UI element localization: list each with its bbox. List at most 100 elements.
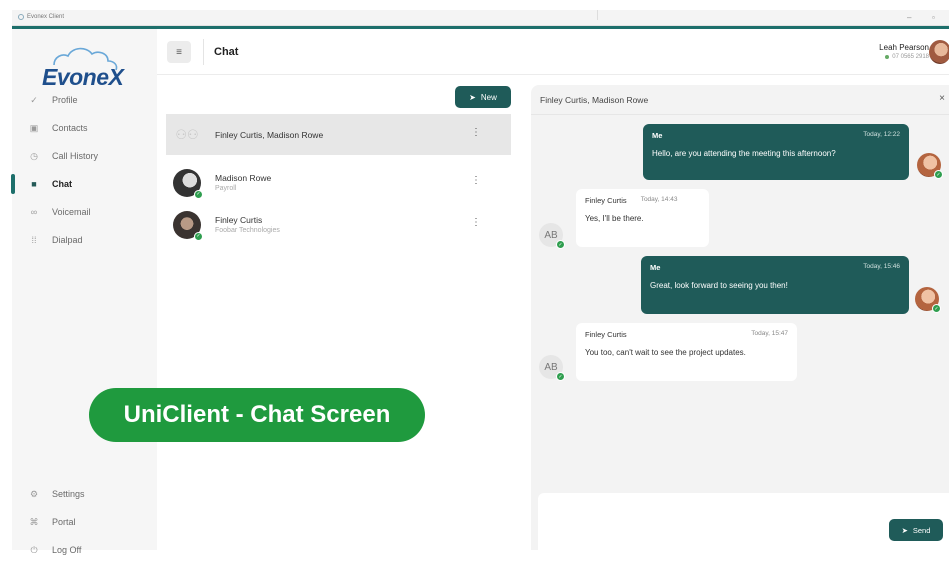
history-icon: ◷ [30,150,38,161]
conversation-name: Finley Curtis [215,215,263,225]
window-title-text: Evonex Client [27,14,65,20]
sidebar-bottom-nav: ⚙ Settings ⌘ Portal ⏻ Log Off [12,480,157,564]
window-titlebar: Evonex Client – ▫ [12,10,949,26]
online-status-icon: ✓ [934,170,943,179]
close-icon[interactable]: × [939,93,945,104]
user-avatar[interactable] [929,40,949,64]
sidebar-item-chat[interactable]: ■ Chat [11,170,157,198]
sidebar-item-label: Settings [52,489,85,499]
portal-icon: ⌘ [29,516,39,527]
window-title: Evonex Client [18,14,64,20]
dialpad-icon: ⁞⁞ [31,235,37,245]
message-text: Great, look forward to seeing you then! [650,281,788,290]
sidebar-item-voicemail[interactable]: ∞ Voicemail [12,198,157,226]
sidebar-item-label: Call History [52,151,99,161]
status-dot-icon [885,55,890,59]
conversation-list: ➤ New ⚇⚇ Finley Curtis, Madison Rowe ⋮ ✓… [157,76,525,550]
user-name[interactable]: Leah Pearson [879,43,929,52]
titlebar-divider [597,10,598,20]
avatar: ✓ [915,287,941,313]
message-time: Today, 15:46 [863,263,900,270]
new-chat-label: New [480,92,497,102]
sidebar-item-label: Portal [52,517,76,527]
message-sender: Me [652,131,663,140]
user-status: 07 0565 2918 [885,54,929,60]
minimize-button[interactable]: – [907,13,911,22]
sidebar-item-call-history[interactable]: ◷ Call History [12,142,157,170]
sidebar-item-label: Dialpad [52,235,83,245]
message-text: Yes, I'll be there. [585,214,644,223]
sidebar-item-log-off[interactable]: ⏻ Log Off [12,536,157,564]
more-options-icon[interactable]: ⋮ [471,218,481,228]
avatar-initials: AB [544,229,558,241]
contacts-icon: ▣ [29,122,39,133]
send-arrow-icon: ➤ [469,92,476,102]
sidebar-nav: ✓ Profile ▣ Contacts ◷ Call History ■ Ch… [11,86,157,254]
avatar-initials: AB [544,361,558,373]
sidebar-item-label: Voicemail [52,207,91,217]
caption-banner: UniClient - Chat Screen [89,388,425,442]
message-time: Today, 14:43 [640,196,678,203]
chat-header: Finley Curtis, Madison Rowe × [531,85,949,115]
conversation-item[interactable]: ⚇⚇ Finley Curtis, Madison Rowe ⋮ [166,114,511,155]
chat-title: Finley Curtis, Madison Rowe [540,95,649,105]
avatar: ✓ [173,210,203,241]
voicemail-icon: ∞ [30,207,38,217]
online-status-icon: ✓ [194,231,203,241]
online-status-icon: ✓ [556,372,565,381]
more-options-icon[interactable]: ⋮ [471,128,481,138]
conversation-subtitle: Payroll [215,185,237,192]
chat-icon: ■ [31,179,37,189]
online-status-icon: ✓ [556,240,565,249]
conversation-item[interactable]: ✓ Finley Curtis Foobar Technologies ⋮ [166,204,511,245]
hamburger-icon: ≡ [176,46,182,58]
send-button[interactable]: ➤ Send [889,519,943,541]
app-icon [18,14,24,20]
online-status-icon: ✓ [932,304,941,313]
sidebar-item-dialpad[interactable]: ⁞⁞ Dialpad [12,226,157,254]
app-header: ≡ Chat Leah Pearson 07 0565 2918 [157,29,949,75]
message-time: Today, 12:22 [863,131,900,138]
message-bubble: Finley Curtis Today, 14:43 Yes, I'll be … [576,189,709,247]
new-chat-button[interactable]: ➤ New [455,86,511,108]
sidebar-item-label: Contacts [52,123,88,133]
avatar: ✓ [173,168,203,199]
menu-button[interactable]: ≡ [167,41,191,63]
send-label: Send [912,525,931,535]
message-text: You too, can't wait to see the project u… [585,348,746,357]
sidebar: EvoneX ✓ Profile ▣ Contacts ◷ Call Histo… [11,29,157,555]
conversation-name: Madison Rowe [215,173,272,183]
sidebar-item-label: Log Off [52,545,82,555]
check-icon: ✓ [30,94,38,105]
gear-icon: ⚙ [29,488,39,499]
sidebar-item-settings[interactable]: ⚙ Settings [12,480,157,508]
online-status-icon: ✓ [194,189,203,199]
message-bubble: Finley Curtis Today, 15:47 You too, can'… [576,323,797,381]
message-bubble: Me Today, 12:22 Hello, are you attending… [643,124,909,180]
user-status-text: 07 0565 2918 [892,54,929,60]
sidebar-item-label: Chat [52,179,72,189]
sidebar-item-contacts[interactable]: ▣ Contacts [12,114,157,142]
message-text: Hello, are you attending the meeting thi… [652,149,836,158]
message-sender: Me [650,263,661,272]
page-title: Chat [214,46,239,58]
sidebar-item-label: Profile [52,95,78,105]
message-composer[interactable]: ➤ Send [538,493,949,550]
chat-panel: Finley Curtis, Madison Rowe × Me Today, … [531,85,949,550]
group-avatar-icon: ⚇⚇ [175,126,199,142]
conversation-name: Finley Curtis, Madison Rowe [215,129,324,140]
header-divider [203,39,204,65]
message-bubble: Me Today, 15:46 Great, look forward to s… [641,256,909,314]
more-options-icon[interactable]: ⋮ [471,176,481,186]
conversation-item[interactable]: ✓ Madison Rowe Payroll ⋮ [166,162,511,203]
maximize-button[interactable]: ▫ [932,13,935,22]
sidebar-item-portal[interactable]: ⌘ Portal [12,508,157,536]
message-sender: Finley Curtis [585,196,627,205]
sidebar-item-profile[interactable]: ✓ Profile [12,86,157,114]
conversation-subtitle: Foobar Technologies [215,227,280,234]
avatar: AB ✓ [539,355,565,381]
logoff-icon: ⏻ [30,544,38,555]
message-sender: Finley Curtis [585,330,627,339]
message-time: Today, 15:47 [751,330,788,337]
send-arrow-icon: ➤ [901,525,908,535]
